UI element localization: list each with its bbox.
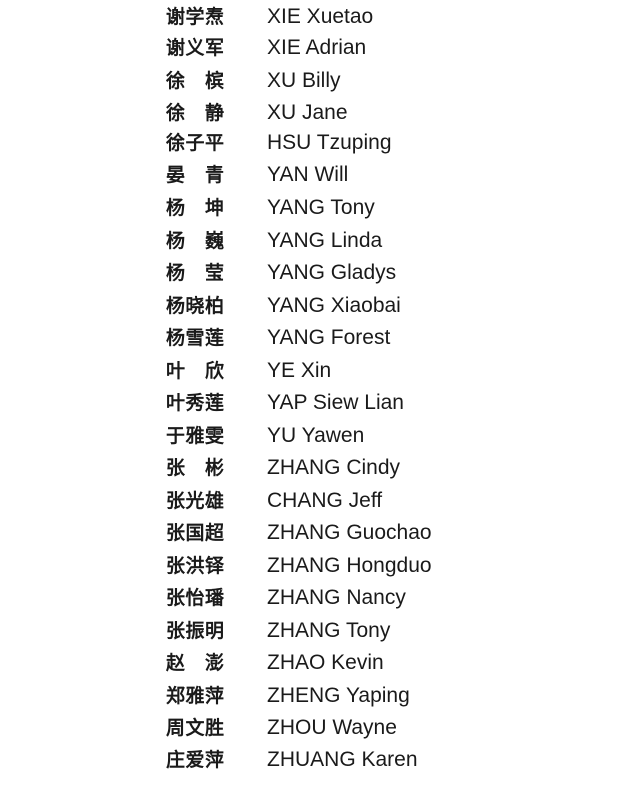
list-item: 赵 澎 ZHAO Kevin bbox=[0, 648, 640, 678]
list-item: 郑雅萍 ZHENG Yaping bbox=[0, 681, 640, 711]
list-item: 谢学焘 XIE Xuetao bbox=[0, 2, 640, 32]
list-item: 谢义军 XIE Adrian bbox=[0, 33, 640, 63]
english-name: YANG Xiaobai bbox=[267, 294, 401, 317]
english-name: YE Xin bbox=[267, 359, 332, 382]
list-item: 杨晓柏 YANG Xiaobai bbox=[0, 291, 640, 321]
list-item: 于雅雯 YU Yawen bbox=[0, 421, 640, 451]
english-name: YU Yawen bbox=[267, 424, 365, 447]
english-name: ZHOU Wayne bbox=[267, 716, 397, 739]
chinese-name: 张怡璠 bbox=[166, 587, 225, 609]
chinese-name: 徐 静 bbox=[166, 102, 225, 124]
english-name: ZHANG Cindy bbox=[267, 456, 401, 479]
list-item: 张国超 ZHANG Guochao bbox=[0, 518, 640, 548]
english-name: ZHANG Tony bbox=[267, 619, 391, 642]
list-item: 叶秀莲 YAP Siew Lian bbox=[0, 388, 640, 418]
chinese-name: 张洪铎 bbox=[166, 555, 225, 577]
chinese-name: 谢学焘 bbox=[166, 6, 225, 28]
list-item: 晏 青 YAN Will bbox=[0, 160, 640, 190]
english-name: YANG Gladys bbox=[267, 261, 397, 284]
english-name: XIE Xuetao bbox=[267, 5, 374, 28]
chinese-name: 杨 巍 bbox=[166, 230, 225, 252]
chinese-name: 周文胜 bbox=[166, 717, 225, 739]
english-name: XU Jane bbox=[267, 101, 348, 124]
list-item: 张振明 ZHANG Tony bbox=[0, 616, 640, 646]
list-item: 叶 欣 YE Xin bbox=[0, 356, 640, 386]
list-item: 张怡璠 ZHANG Nancy bbox=[0, 583, 640, 613]
list-item: 徐 槟 XU Billy bbox=[0, 66, 640, 96]
chinese-name: 张光雄 bbox=[166, 490, 225, 512]
chinese-name: 张 彬 bbox=[166, 457, 225, 479]
english-name: YAN Will bbox=[267, 163, 349, 186]
chinese-name: 晏 青 bbox=[166, 164, 225, 186]
english-name: YAP Siew Lian bbox=[267, 391, 404, 414]
list-item: 张光雄 CHANG Jeff bbox=[0, 486, 640, 516]
english-name: ZHAO Kevin bbox=[267, 651, 384, 674]
chinese-name: 郑雅萍 bbox=[166, 685, 225, 707]
english-name: ZHANG Nancy bbox=[267, 586, 406, 609]
english-name: YANG Tony bbox=[267, 196, 375, 219]
list-item: 庄爱萍 ZHUANG Karen bbox=[0, 745, 640, 775]
english-name: HSU Tzuping bbox=[267, 131, 392, 154]
chinese-name: 谢义军 bbox=[166, 37, 225, 59]
chinese-name: 庄爱萍 bbox=[166, 749, 225, 771]
english-name: XU Billy bbox=[267, 69, 341, 92]
chinese-name: 徐子平 bbox=[166, 132, 225, 154]
chinese-name: 徐 槟 bbox=[166, 70, 225, 92]
chinese-name: 张振明 bbox=[166, 620, 225, 642]
chinese-name: 杨 坤 bbox=[166, 197, 225, 219]
chinese-name: 叶秀莲 bbox=[166, 392, 225, 414]
list-item: 张洪铎 ZHANG Hongduo bbox=[0, 551, 640, 581]
list-item: 徐子平 HSU Tzuping bbox=[0, 128, 640, 158]
chinese-name: 叶 欣 bbox=[166, 360, 225, 382]
english-name: YANG Forest bbox=[267, 326, 391, 349]
english-name: ZHANG Hongduo bbox=[267, 554, 432, 577]
list-item: 杨 坤 YANG Tony bbox=[0, 193, 640, 223]
english-name: YANG Linda bbox=[267, 229, 383, 252]
chinese-name: 于雅雯 bbox=[166, 425, 225, 447]
list-item: 张 彬 ZHANG Cindy bbox=[0, 453, 640, 483]
list-item: 杨 巍 YANG Linda bbox=[0, 226, 640, 256]
english-name: ZHENG Yaping bbox=[267, 684, 410, 707]
english-name: CHANG Jeff bbox=[267, 489, 383, 512]
list-item: 徐 静 XU Jane bbox=[0, 98, 640, 128]
chinese-name: 赵 澎 bbox=[166, 652, 225, 674]
list-item: 杨 莹 YANG Gladys bbox=[0, 258, 640, 288]
chinese-name: 杨晓柏 bbox=[166, 295, 225, 317]
list-item: 杨雪莲 YANG Forest bbox=[0, 323, 640, 353]
english-name: ZHANG Guochao bbox=[267, 521, 432, 544]
english-name: ZHUANG Karen bbox=[267, 748, 418, 771]
english-name: XIE Adrian bbox=[267, 36, 367, 59]
list-item: 周文胜 ZHOU Wayne bbox=[0, 713, 640, 743]
chinese-name: 张国超 bbox=[166, 522, 225, 544]
chinese-name: 杨雪莲 bbox=[166, 327, 225, 349]
chinese-name: 杨 莹 bbox=[166, 262, 225, 284]
